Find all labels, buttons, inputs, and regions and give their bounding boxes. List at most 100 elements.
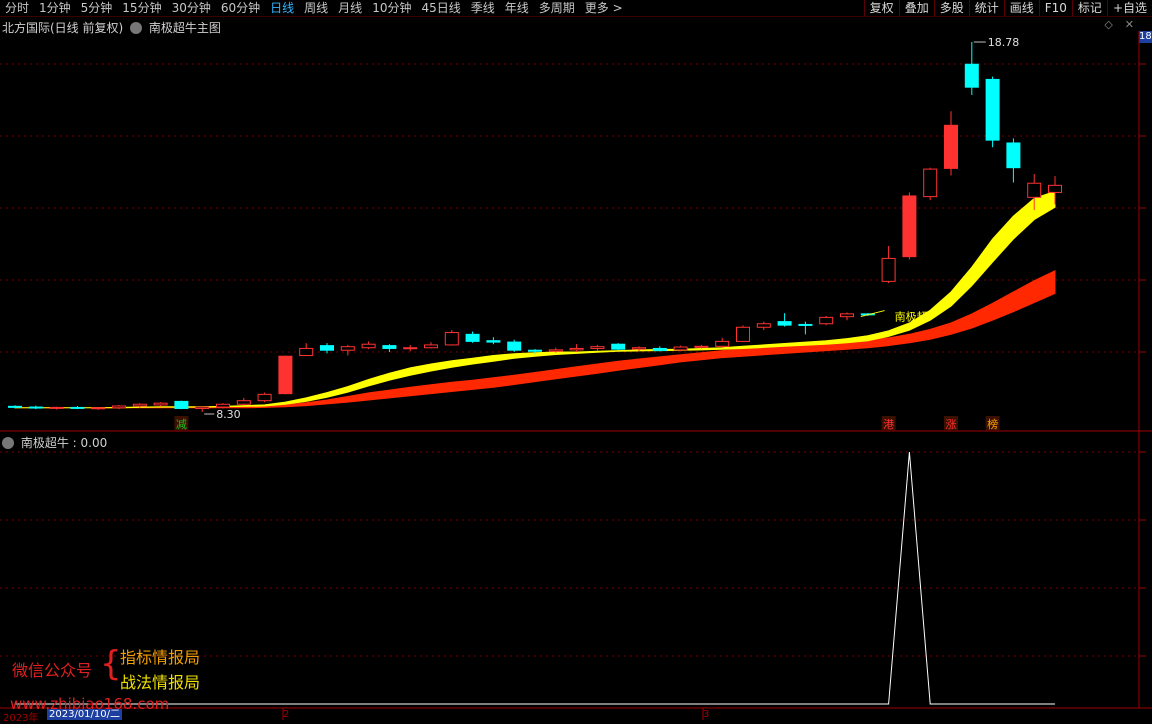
period-tab[interactable]: 年线: [500, 0, 534, 16]
close-icon[interactable]: ✕: [1125, 18, 1134, 31]
chart-canvas[interactable]: 18.78 8.30 南极超减 港 涨 榜: [0, 0, 1152, 720]
stock-title[interactable]: 北方国际(日线 前复权): [2, 21, 123, 35]
marker-label: 港: [883, 418, 894, 431]
candle: [569, 344, 584, 352]
toolbar-button[interactable]: +自选: [1106, 0, 1152, 16]
candle: [964, 42, 979, 95]
period-tab[interactable]: 日线: [265, 0, 299, 16]
candle: [236, 397, 251, 405]
candle-body: [611, 343, 626, 350]
marker-label: 榜: [987, 417, 998, 431]
candle: [28, 405, 43, 410]
sub-indicator-value[interactable]: 南极超牛 : 0.00: [21, 436, 107, 450]
toolbar-button[interactable]: 复权: [863, 0, 899, 16]
candle: [528, 349, 542, 354]
candle-body: [465, 333, 480, 342]
candle-body: [1048, 184, 1062, 193]
candle-body: [777, 321, 792, 326]
candle-body: [132, 403, 147, 407]
candle: [361, 341, 376, 350]
candle-body: [70, 406, 85, 409]
toolbar-button[interactable]: 统计: [968, 0, 1004, 16]
candle-body: [632, 347, 646, 350]
candle-body: [112, 405, 126, 409]
period-tab[interactable]: 10分钟: [367, 0, 416, 16]
period-tab[interactable]: 60分钟: [216, 0, 265, 16]
dropdown-icon[interactable]: [2, 437, 14, 449]
candle-body: [548, 349, 563, 352]
candle-body: [798, 323, 813, 326]
toolbar-button[interactable]: 画线: [1003, 0, 1039, 16]
candle: [91, 407, 106, 410]
window-icons: ◇ ✕: [1104, 18, 1134, 31]
period-tab[interactable]: 更多 >: [580, 0, 628, 16]
period-tab[interactable]: 15分钟: [117, 0, 166, 16]
candle-body: [985, 78, 1000, 141]
period-tab[interactable]: 周线: [299, 0, 333, 16]
candle-body: [278, 355, 293, 395]
candle: [403, 344, 418, 352]
price-axis-tag: 18: [1139, 31, 1152, 43]
period-tab[interactable]: 分时: [0, 0, 34, 16]
candle-body: [49, 406, 64, 409]
candle-body: [528, 349, 542, 352]
candle: [444, 330, 459, 346]
right-tools: 复权 叠加 多股 统计 画线 F10 标记 +自选: [863, 0, 1152, 16]
candle-body: [486, 340, 501, 343]
date-axis-year: 2023年: [3, 713, 39, 724]
candle: [1027, 174, 1042, 211]
candle: [340, 344, 355, 356]
candle-body: [507, 341, 522, 351]
candle: [715, 337, 730, 348]
candle-body: [694, 345, 709, 348]
candle: [736, 325, 750, 343]
candle-body: [652, 347, 667, 352]
period-tab[interactable]: 45日线: [416, 0, 465, 16]
candle: [590, 344, 605, 351]
candle: [174, 400, 189, 410]
candle-body: [569, 347, 584, 351]
candle: [632, 346, 646, 352]
marker-label: 减: [176, 418, 187, 431]
toolbar-button[interactable]: 标记: [1071, 0, 1107, 16]
dropdown-icon[interactable]: [130, 22, 143, 34]
grid-layer: [0, 31, 1152, 720]
candle-body: [819, 316, 834, 325]
candle-body: [444, 332, 459, 346]
candle: [153, 402, 168, 407]
candle: [216, 403, 230, 409]
candle-body: [174, 400, 189, 409]
candle-body: [361, 343, 376, 349]
candle-body: [944, 124, 958, 169]
toolbar-button[interactable]: F10: [1038, 0, 1072, 16]
candle-body: [715, 340, 730, 347]
toolbar-button[interactable]: 多股: [933, 0, 969, 16]
low-price-label: 8.30: [216, 408, 241, 421]
candle-body: [840, 313, 854, 318]
candle: [195, 406, 210, 412]
period-tab[interactable]: 5分钟: [76, 0, 118, 16]
candle: [944, 111, 958, 176]
candle-body: [236, 400, 251, 405]
period-tab[interactable]: 季线: [466, 0, 500, 16]
period-tab[interactable]: 1分钟: [34, 0, 76, 16]
annotation-layer: 18.78 8.30 南极超减 港 涨 榜: [174, 36, 1019, 431]
signal-label: 南极超: [895, 310, 928, 324]
toolbar-button[interactable]: 叠加: [898, 0, 934, 16]
main-indicator-name[interactable]: 南极超牛主图: [149, 21, 221, 35]
signal-pointer: [860, 310, 885, 318]
diamond-icon[interactable]: ◇: [1104, 18, 1112, 31]
period-tab[interactable]: 多周期: [534, 0, 580, 16]
candle: [278, 355, 293, 395]
candle-body: [964, 63, 979, 88]
candle-body: [91, 407, 106, 410]
period-tab[interactable]: 30分钟: [167, 0, 216, 16]
candle: [320, 343, 334, 354]
period-tabs: 分时 1分钟 5分钟 15分钟 30分钟 60分钟 日线 周线 月线 10分钟 45日线 季线 年线 多周…: [0, 0, 628, 16]
date-axis-month-2: 2: [283, 709, 290, 720]
candle: [840, 312, 854, 321]
period-tab[interactable]: 月线: [333, 0, 367, 16]
candle: [756, 321, 771, 331]
candle: [257, 392, 272, 403]
candle-body: [881, 257, 896, 282]
